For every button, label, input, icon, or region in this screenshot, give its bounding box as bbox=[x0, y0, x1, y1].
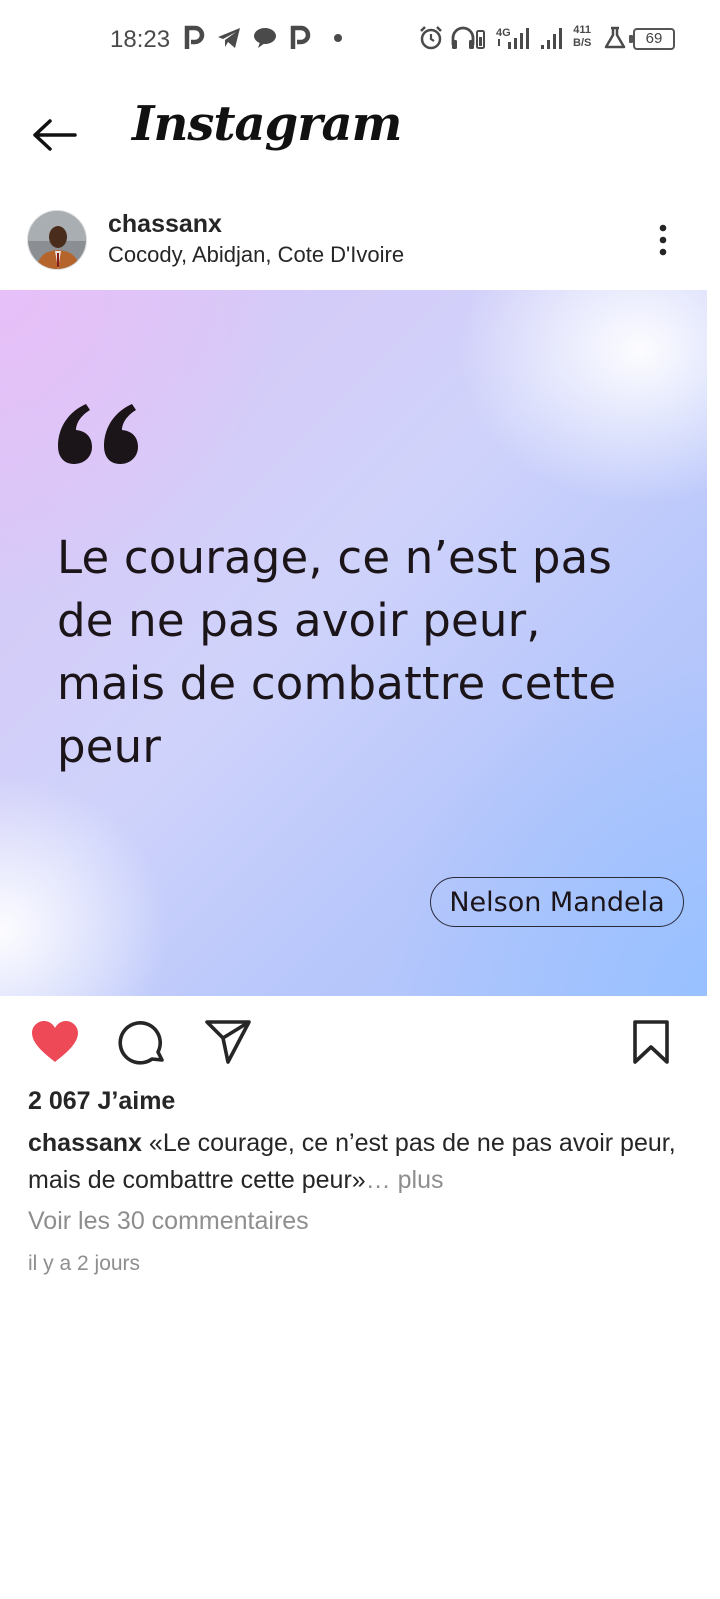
parking-icon bbox=[183, 24, 205, 52]
post-caption: chassanx «Le courage, ce n’est pas de ne… bbox=[28, 1125, 688, 1199]
network-speed: 411 B/S bbox=[573, 24, 591, 50]
post-image[interactable]: Le courage, ce n’est pas de ne pas avoir… bbox=[0, 290, 707, 996]
signal-4g-icon: 4G bbox=[496, 24, 534, 52]
share-button[interactable] bbox=[200, 1014, 256, 1070]
telegram-icon bbox=[216, 24, 242, 52]
quote-author: Nelson Mandela bbox=[430, 877, 684, 927]
battery-indicator: 69 bbox=[629, 28, 675, 50]
signal-icon bbox=[539, 24, 565, 52]
quote-text: Le courage, ce n’est pas de ne pas avoir… bbox=[57, 531, 617, 773]
svg-text:4G: 4G bbox=[496, 27, 511, 39]
alarm-icon bbox=[418, 24, 444, 52]
lab-flask-icon bbox=[603, 24, 627, 52]
status-time: 18:23 bbox=[110, 26, 171, 53]
dot-icon bbox=[333, 24, 343, 52]
post-actions bbox=[0, 1000, 720, 1084]
comment-button[interactable] bbox=[114, 1014, 170, 1070]
post-header: chassanx Cocody, Abidjan, Cote D'Ivoire bbox=[0, 200, 720, 288]
post-location[interactable]: Cocody, Abidjan, Cote D'Ivoire bbox=[108, 242, 404, 268]
caption-ellipsis: … bbox=[365, 1166, 398, 1194]
comment-icon bbox=[118, 1021, 164, 1065]
avatar[interactable] bbox=[27, 210, 87, 270]
quote-mark-icon bbox=[58, 404, 138, 464]
like-button[interactable] bbox=[27, 1014, 83, 1070]
heart-filled-icon bbox=[32, 1021, 78, 1062]
post-username[interactable]: chassanx bbox=[108, 210, 222, 239]
arrow-left-icon bbox=[33, 119, 77, 151]
view-comments-link[interactable]: Voir les 30 commentaires bbox=[28, 1207, 309, 1236]
more-options-button[interactable] bbox=[645, 218, 681, 262]
send-icon bbox=[205, 1020, 251, 1064]
caption-username[interactable]: chassanx bbox=[28, 1129, 142, 1157]
parking-icon bbox=[289, 24, 311, 52]
network-speed-unit: B/S bbox=[573, 37, 592, 49]
network-speed-value: 411 bbox=[573, 24, 592, 36]
app-header: Instagram bbox=[0, 80, 720, 190]
back-button[interactable] bbox=[26, 110, 82, 160]
chat-bubble-icon bbox=[252, 24, 278, 52]
headphones-icon bbox=[450, 24, 486, 52]
likes-count[interactable]: 2 067 J’aime bbox=[28, 1087, 175, 1116]
post-timestamp: il y a 2 jours bbox=[28, 1252, 141, 1275]
instagram-logo: Instagram bbox=[132, 96, 402, 152]
save-button[interactable] bbox=[623, 1014, 679, 1070]
more-vertical-icon bbox=[659, 224, 667, 256]
caption-more-link[interactable]: plus bbox=[398, 1166, 444, 1194]
bookmark-icon bbox=[633, 1020, 669, 1064]
status-bar: 18:23 4G 411 B/S 69 bbox=[0, 0, 720, 80]
